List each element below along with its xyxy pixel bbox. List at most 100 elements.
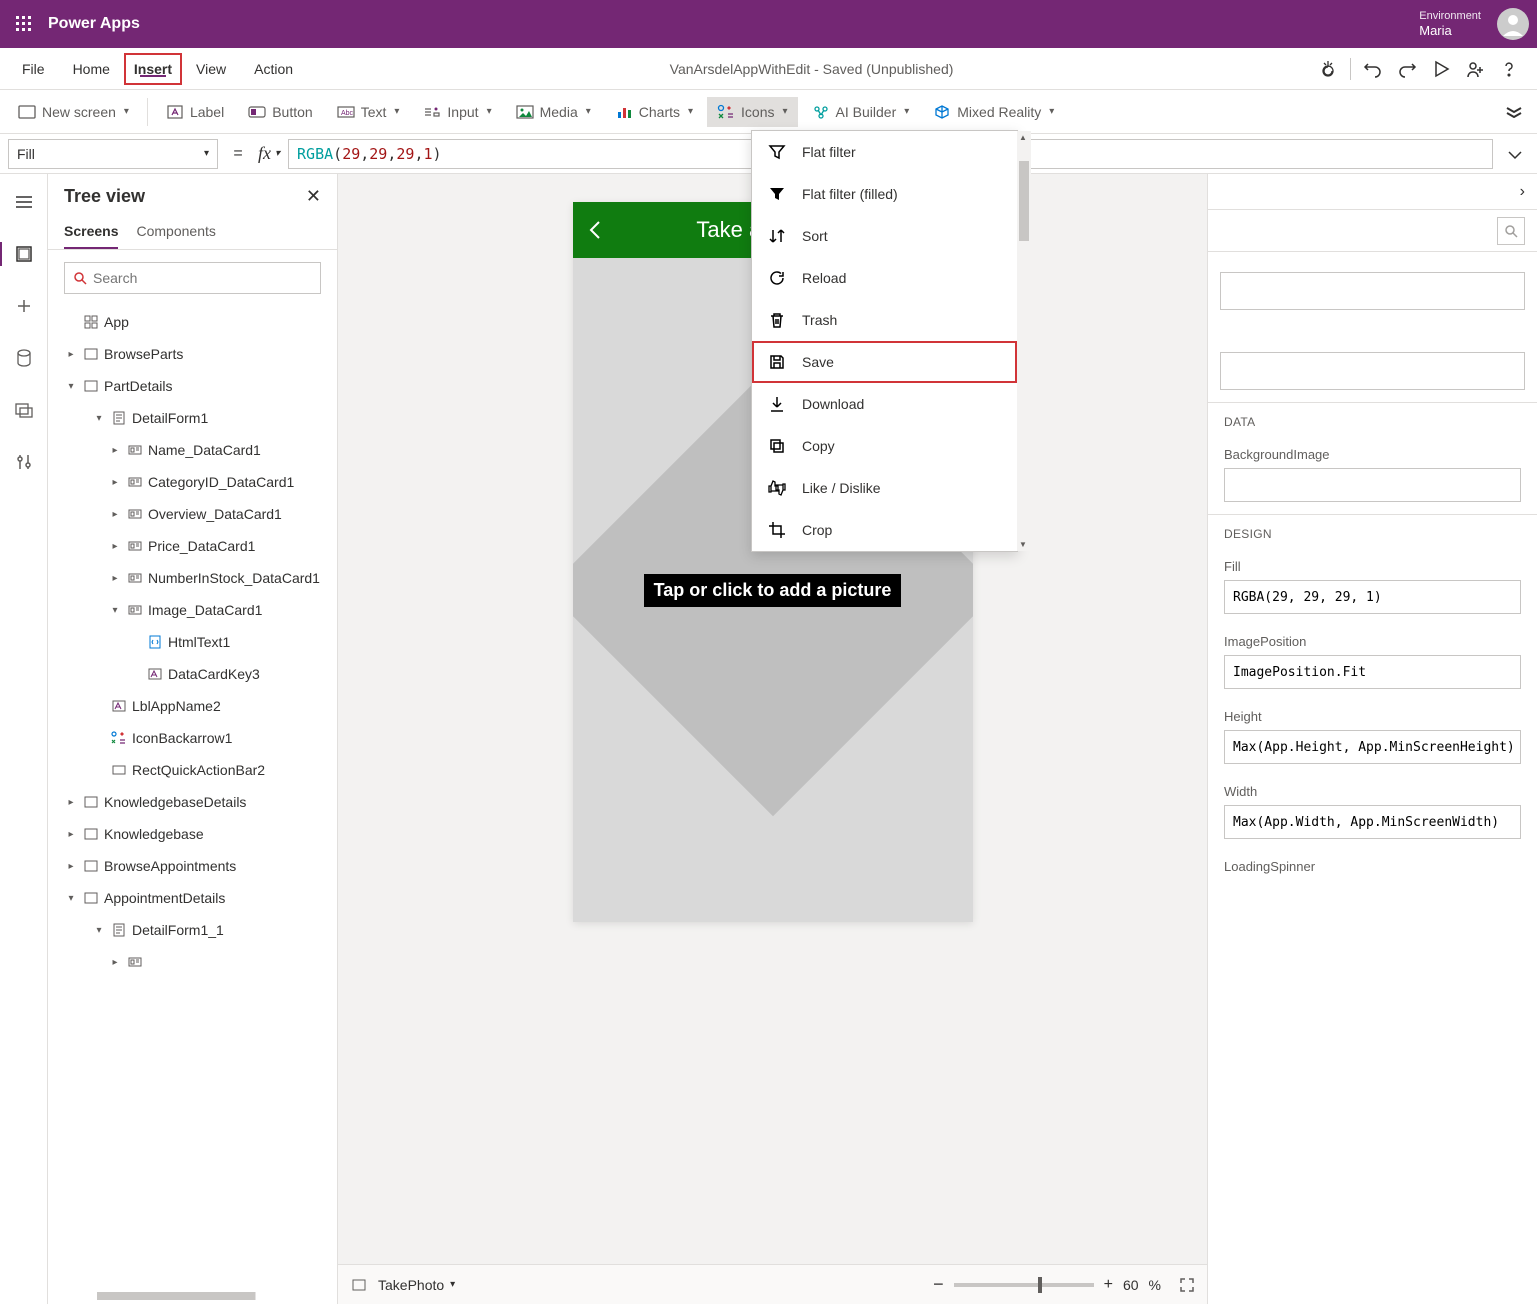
tree-item-htmltext1[interactable]: HtmlText1	[48, 626, 337, 658]
tree-item-customername-datacard[interactable]: ▸	[48, 946, 337, 978]
tree-search[interactable]	[64, 262, 321, 294]
play-icon[interactable]	[1429, 57, 1453, 81]
tree-item-lblappname2[interactable]: LblAppName2	[48, 690, 337, 722]
menu-action[interactable]: Action	[240, 51, 307, 87]
chevron-down-icon: ▾	[450, 1279, 455, 1290]
height-input[interactable]	[1224, 730, 1521, 764]
label-icon	[166, 103, 184, 121]
icons-button[interactable]: Icons▾	[707, 97, 798, 127]
chevron-down-icon: ▾	[124, 106, 129, 117]
property-field-blank-2[interactable]	[1220, 352, 1525, 390]
tree-item-overview-datacard[interactable]: ▸Overview_DataCard1	[48, 498, 337, 530]
label-button[interactable]: Label	[156, 97, 234, 127]
property-field-blank-1[interactable]	[1220, 272, 1525, 310]
share-icon[interactable]	[1463, 57, 1487, 81]
scrollbar-thumb[interactable]	[1019, 161, 1029, 241]
tree-item-datacardkey3[interactable]: DataCardKey3	[48, 658, 337, 690]
zoom-out-button[interactable]: −	[933, 1274, 944, 1295]
ribbon-expand-icon[interactable]	[1499, 100, 1529, 124]
ai-builder-button[interactable]: AI Builder▾	[802, 97, 920, 127]
width-input[interactable]	[1224, 805, 1521, 839]
tree-item-rectquickactionbar2[interactable]: RectQuickActionBar2	[48, 754, 337, 786]
dropdown-item-reload[interactable]: Reload	[752, 257, 1017, 299]
dropdown-item-flat-filter[interactable]: Flat filter	[752, 131, 1017, 173]
screen-icon	[18, 103, 36, 121]
properties-search-icon[interactable]	[1497, 217, 1525, 245]
icons-icon	[717, 103, 735, 121]
tree-item-categoryid-datacard[interactable]: ▸CategoryID_DataCard1	[48, 466, 337, 498]
tree-item-detailform1-1[interactable]: ▾DetailForm1_1	[48, 914, 337, 946]
horizontal-scrollbar[interactable]	[56, 1292, 329, 1300]
formula-expand-icon[interactable]	[1501, 140, 1529, 168]
insert-rail-icon[interactable]	[8, 290, 40, 322]
backgroundimage-input[interactable]	[1224, 468, 1521, 502]
input-button[interactable]: Input▾	[413, 97, 501, 127]
dropdown-item-trash[interactable]: Trash	[752, 299, 1017, 341]
dropdown-item-sort[interactable]: Sort	[752, 215, 1017, 257]
dropdown-item-copy[interactable]: Copy	[752, 425, 1017, 467]
help-icon[interactable]	[1497, 57, 1521, 81]
waffle-icon[interactable]	[8, 8, 40, 40]
search-input[interactable]	[93, 270, 312, 286]
property-selector[interactable]: Fill▾	[8, 139, 218, 169]
tree-item-price-datacard[interactable]: ▸Price_DataCard1	[48, 530, 337, 562]
charts-button[interactable]: Charts▾	[605, 97, 703, 127]
tree-item-image-datacard[interactable]: ▾Image_DataCard1	[48, 594, 337, 626]
undo-icon[interactable]	[1361, 57, 1385, 81]
fill-input[interactable]	[1224, 580, 1521, 614]
collapse-panel-icon[interactable]: ›	[1520, 183, 1525, 201]
tree-item-knowledgebasedetails[interactable]: ▸KnowledgebaseDetails	[48, 786, 337, 818]
menu-file[interactable]: File	[8, 51, 59, 87]
dropdown-item-like-dislike[interactable]: Like / Dislike	[752, 467, 1017, 509]
close-icon[interactable]: ✕	[306, 186, 321, 207]
tab-screens[interactable]: Screens	[64, 215, 118, 249]
menu-view[interactable]: View	[182, 51, 240, 87]
button-icon	[248, 103, 266, 121]
breadcrumb-screen[interactable]: TakePhoto▾	[378, 1277, 455, 1293]
scrollbar-up-arrow-icon[interactable]: ▲	[1019, 133, 1027, 142]
button-button[interactable]: Button	[238, 97, 322, 127]
dropdown-item-crop[interactable]: Crop	[752, 509, 1017, 551]
back-arrow-icon[interactable]	[585, 219, 607, 241]
dropdown-item-download[interactable]: Download	[752, 383, 1017, 425]
scrollbar-down-arrow-icon[interactable]: ▼	[1019, 540, 1027, 549]
fx-dropdown[interactable]: fx▾	[258, 143, 280, 164]
media-rail-icon[interactable]	[8, 394, 40, 426]
width-label: Width	[1224, 784, 1521, 799]
tab-components[interactable]: Components	[136, 215, 215, 249]
avatar[interactable]	[1497, 8, 1529, 40]
text-button[interactable]: Abc Text▾	[327, 97, 410, 127]
app-checker-icon[interactable]	[1316, 57, 1340, 81]
mixed-reality-button[interactable]: Mixed Reality▾	[923, 97, 1064, 127]
dropdown-item-flat-filter-filled[interactable]: Flat filter (filled)	[752, 173, 1017, 215]
new-screen-button[interactable]: New screen▾	[8, 97, 139, 127]
tree-item-knowledgebase[interactable]: ▸Knowledgebase	[48, 818, 337, 850]
fit-to-window-icon[interactable]	[1179, 1277, 1195, 1293]
tree-item-browseparts[interactable]: ▸BrowseParts	[48, 338, 337, 370]
tree-view-icon[interactable]	[8, 238, 40, 270]
zoom-in-button[interactable]: +	[1104, 1276, 1113, 1294]
tree-item-partdetails[interactable]: ▾PartDetails	[48, 370, 337, 402]
hamburger-icon[interactable]	[8, 186, 40, 218]
redo-icon[interactable]	[1395, 57, 1419, 81]
advanced-tools-icon[interactable]	[8, 446, 40, 478]
environment-name: Maria	[1419, 23, 1481, 39]
tree-item-browseappointments[interactable]: ▸BrowseAppointments	[48, 850, 337, 882]
tree-item-numberinstock-datacard[interactable]: ▸NumberInStock_DataCard1	[48, 562, 337, 594]
tree-view-title: Tree view	[64, 186, 145, 207]
document-title: VanArsdelAppWithEdit - Saved (Unpublishe…	[307, 61, 1316, 77]
dropdown-item-save[interactable]: Save	[752, 341, 1017, 383]
zoom-slider[interactable]	[954, 1283, 1094, 1287]
menu-insert[interactable]: Insert	[124, 53, 182, 85]
tree-item-iconbackarrow1[interactable]: IconBackarrow1	[48, 722, 337, 754]
tree-item-name-datacard[interactable]: ▸Name_DataCard1	[48, 434, 337, 466]
media-button[interactable]: Media▾	[506, 97, 601, 127]
menu-home[interactable]: Home	[59, 51, 124, 87]
tree-item-appointmentdetails[interactable]: ▾AppointmentDetails	[48, 882, 337, 914]
dropdown-scrollbar[interactable]: ▲ ▼	[1017, 131, 1031, 551]
tree-item-app[interactable]: App	[48, 306, 337, 338]
data-rail-icon[interactable]	[8, 342, 40, 374]
imageposition-input[interactable]	[1224, 655, 1521, 689]
tree-item-detailform1[interactable]: ▾DetailForm1	[48, 402, 337, 434]
environment-picker[interactable]: Environment Maria	[1419, 10, 1481, 39]
